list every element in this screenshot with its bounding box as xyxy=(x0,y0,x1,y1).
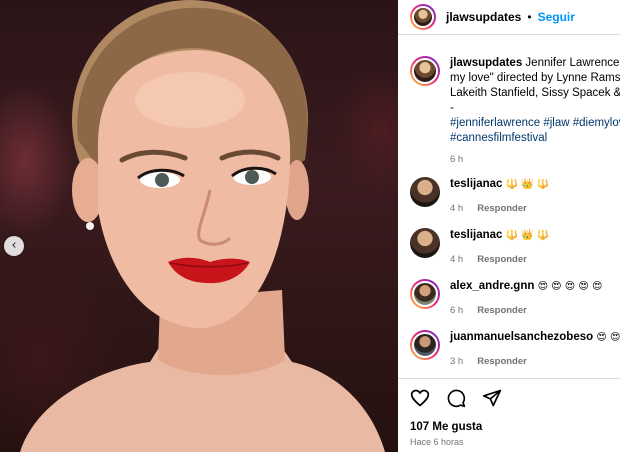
separator-dot: • xyxy=(527,10,532,24)
likes-count[interactable]: 107 Me gusta xyxy=(410,421,482,433)
avatar[interactable] xyxy=(410,279,440,309)
caption-text: - xyxy=(450,102,454,114)
post-header: jlawsupdates • Seguir xyxy=(398,0,620,35)
comment-time: 4 h xyxy=(450,254,464,265)
post-timestamp: Hace 6 horas xyxy=(410,437,464,447)
follow-button[interactable]: Seguir xyxy=(538,10,575,24)
hashtag-link[interactable]: #jenniferlawrence #jlaw #diemylove xyxy=(450,116,620,131)
comment-time: 4 h xyxy=(450,203,464,214)
caption-entry: jlawsupdates Jennifer Lawrence atte my l… xyxy=(410,56,620,167)
reply-button[interactable]: Responder xyxy=(477,305,527,316)
post-photo[interactable]: ‹ xyxy=(0,0,398,452)
hashtag-link[interactable]: #cannesfilmfestival xyxy=(450,131,620,146)
list-item: teslijanac 🔱 👑 🔱 4 h Responder xyxy=(410,177,620,216)
reply-button[interactable]: Responder xyxy=(477,203,527,214)
caption-username[interactable]: jlawsupdates xyxy=(450,57,522,69)
author-username[interactable]: jlawsupdates xyxy=(446,10,521,24)
reply-button[interactable]: Responder xyxy=(477,356,527,367)
chevron-left-icon[interactable]: ‹ xyxy=(4,236,24,256)
avatar[interactable] xyxy=(410,4,436,30)
comment-time: 6 h xyxy=(450,305,464,316)
post-actions: 107 Me gusta Hace 6 horas xyxy=(398,378,620,452)
avatar[interactable] xyxy=(410,177,440,207)
comment-username[interactable]: alex_andre.gnn xyxy=(450,280,534,292)
caption-time: 6 h xyxy=(450,154,464,165)
avatar[interactable] xyxy=(410,330,440,360)
share-icon[interactable] xyxy=(482,388,502,408)
avatar[interactable] xyxy=(410,56,440,86)
avatar[interactable] xyxy=(410,228,440,258)
caption-text: Lakeith Stanfield, Sissy Spacek & Nic xyxy=(450,87,620,99)
list-item: teslijanac 🔱 👑 🔱 4 h Responder xyxy=(410,228,620,267)
comment-text: 🔱 👑 🔱 xyxy=(505,230,550,241)
caption-text: my love" directed by Lynne Ramsay, xyxy=(450,72,620,84)
post-sidebar: jlawsupdates • Seguir jlawsupdates Jenni… xyxy=(398,0,620,452)
comment-username[interactable]: teslijanac xyxy=(450,229,502,241)
list-item: alex_andre.gnn 😍 😍 😍 😍 😍 6 h Responder xyxy=(410,279,620,318)
list-item: juanmanuelsanchezobeso 😍 😍 ❤ 3 h Responde… xyxy=(410,330,620,369)
portrait-image xyxy=(20,0,385,452)
comment-username[interactable]: teslijanac xyxy=(450,178,502,190)
comment-text: 😍 😍 ❤ xyxy=(596,332,620,343)
comment-text: 🔱 👑 🔱 xyxy=(505,179,550,190)
comment-text: 😍 😍 😍 😍 😍 xyxy=(537,281,603,292)
caption-text: Jennifer Lawrence atte xyxy=(525,57,620,69)
reply-button[interactable]: Responder xyxy=(477,254,527,265)
comment-username[interactable]: juanmanuelsanchezobeso xyxy=(450,331,593,343)
comments-list[interactable]: jlawsupdates Jennifer Lawrence atte my l… xyxy=(398,36,620,376)
heart-icon[interactable] xyxy=(410,388,430,408)
comment-icon[interactable] xyxy=(446,388,466,408)
comment-time: 3 h xyxy=(450,356,464,367)
